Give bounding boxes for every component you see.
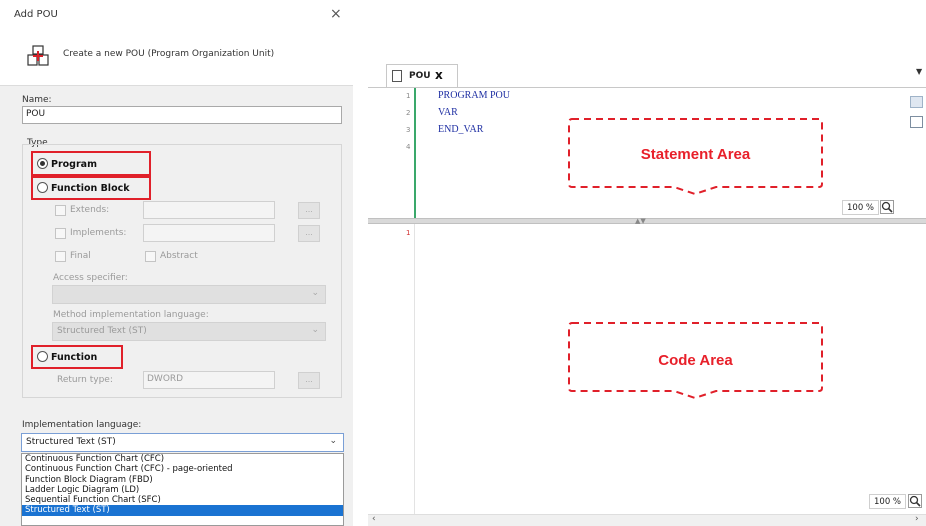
abstract-checkbox[interactable] (145, 251, 156, 262)
extends-browse-button[interactable]: ... (298, 202, 320, 219)
dialog-titlebar: Add POU × (0, 0, 353, 34)
code-zoom-level[interactable]: 100 % (869, 494, 907, 509)
return-type-label: Return type: (57, 375, 113, 385)
return-type-field[interactable]: DWORD (143, 371, 275, 389)
program-radio[interactable]: Program (37, 158, 97, 170)
implements-browse-button[interactable]: ... (298, 225, 320, 242)
zoom-magnifier-icon[interactable] (908, 494, 922, 508)
code-area-callout: Code Area (566, 320, 825, 402)
radio-selected-icon (37, 158, 48, 169)
line-number: 1 (406, 229, 411, 237)
document-icon (392, 70, 402, 82)
gutter-bar (414, 88, 416, 218)
add-pou-dialog: Add POU × Create a new POU (Program Orga… (0, 0, 353, 526)
program-radio-label: Program (51, 159, 97, 170)
impl-lang-option[interactable]: Ladder Logic Diagram (LD) (22, 485, 343, 495)
function-block-radio[interactable]: Function Block (37, 182, 130, 194)
method-impl-label: Method implementation language: (53, 310, 209, 320)
close-icon[interactable]: x (435, 68, 443, 82)
line-number-gutter: 1 2 3 4 (368, 88, 415, 218)
impl-lang-option[interactable]: Continuous Function Chart (CFC) - page-o… (22, 464, 343, 474)
impl-lang-select[interactable]: Structured Text (ST) ⌄ (21, 433, 344, 452)
chevron-down-icon: ⌄ (329, 436, 337, 446)
name-label: Name: (22, 95, 52, 105)
scroll-left-icon[interactable]: ‹ (372, 514, 376, 524)
impl-lang-option-selected[interactable]: Structured Text (ST) (22, 505, 343, 516)
line-number: 2 (406, 109, 411, 117)
line-number: 1 (406, 92, 411, 100)
impl-lang-value: Structured Text (ST) (26, 437, 116, 447)
final-label: Final (70, 251, 91, 261)
impl-lang-dropdown-list: Continuous Function Chart (CFC) Continuo… (21, 453, 344, 526)
impl-lang-option[interactable]: Sequential Function Chart (SFC) (22, 495, 343, 505)
access-specifier-label: Access specifier: (53, 273, 128, 283)
pou-icon (27, 45, 49, 66)
dialog-description: Create a new POU (Program Organization U… (63, 49, 275, 59)
method-impl-value: Structured Text (ST) (57, 326, 147, 336)
implements-label: Implements: (70, 228, 127, 238)
line-number: 3 (406, 126, 411, 134)
radio-unselected-icon (37, 351, 48, 362)
line-number-gutter: 1 (368, 224, 415, 514)
implements-field[interactable] (143, 224, 275, 242)
method-impl-select[interactable]: Structured Text (ST) ⌄ (52, 322, 326, 341)
access-specifier-select[interactable]: ⌄ (52, 285, 326, 304)
impl-lang-option[interactable]: Function Block Diagram (FBD) (22, 475, 343, 485)
line-number: 4 (406, 143, 411, 151)
editor-tab-strip: POU x ▼ (368, 62, 926, 88)
extends-field[interactable] (143, 201, 275, 219)
table-view-icon[interactable] (910, 116, 923, 128)
function-block-radio-label: Function Block (51, 183, 130, 194)
code-line: VAR (438, 107, 458, 118)
chevron-down-icon: ⌄ (311, 288, 319, 298)
tab-label: POU (409, 71, 431, 81)
abstract-label: Abstract (160, 251, 198, 261)
return-type-browse-button[interactable]: ... (298, 372, 320, 389)
statement-area-callout: Statement Area (566, 116, 825, 196)
code-line: PROGRAM POU (438, 90, 510, 101)
function-radio[interactable]: Function (37, 351, 97, 363)
tab-pou[interactable]: POU x (386, 64, 458, 88)
dialog-title: Add POU (14, 9, 58, 20)
impl-lang-option[interactable]: Continuous Function Chart (CFC) (22, 454, 343, 464)
impl-lang-label: Implementation language: (22, 420, 142, 430)
tab-menu-icon[interactable]: ▼ (916, 67, 922, 76)
statement-zoom-level[interactable]: 100 % (842, 200, 880, 215)
implements-checkbox[interactable] (55, 228, 66, 239)
extends-label: Extends: (70, 205, 110, 215)
horizontal-scrollbar[interactable]: ‹ › (368, 514, 926, 526)
zoom-magnifier-icon[interactable] (880, 200, 894, 214)
dialog-header: Create a new POU (Program Organization U… (0, 34, 353, 86)
final-checkbox[interactable] (55, 251, 66, 262)
function-radio-label: Function (51, 352, 98, 363)
scroll-right-icon[interactable]: › (915, 514, 919, 524)
declaration-view-icon[interactable] (910, 96, 923, 108)
statement-area-label: Statement Area (640, 146, 751, 163)
radio-unselected-icon (37, 182, 48, 193)
extends-checkbox[interactable] (55, 205, 66, 216)
code-line: END_VAR (438, 124, 484, 135)
close-icon[interactable]: × (330, 6, 342, 22)
chevron-down-icon: ⌄ (311, 325, 319, 335)
code-area-label: Code Area (658, 352, 733, 369)
name-field[interactable]: POU (22, 106, 342, 124)
